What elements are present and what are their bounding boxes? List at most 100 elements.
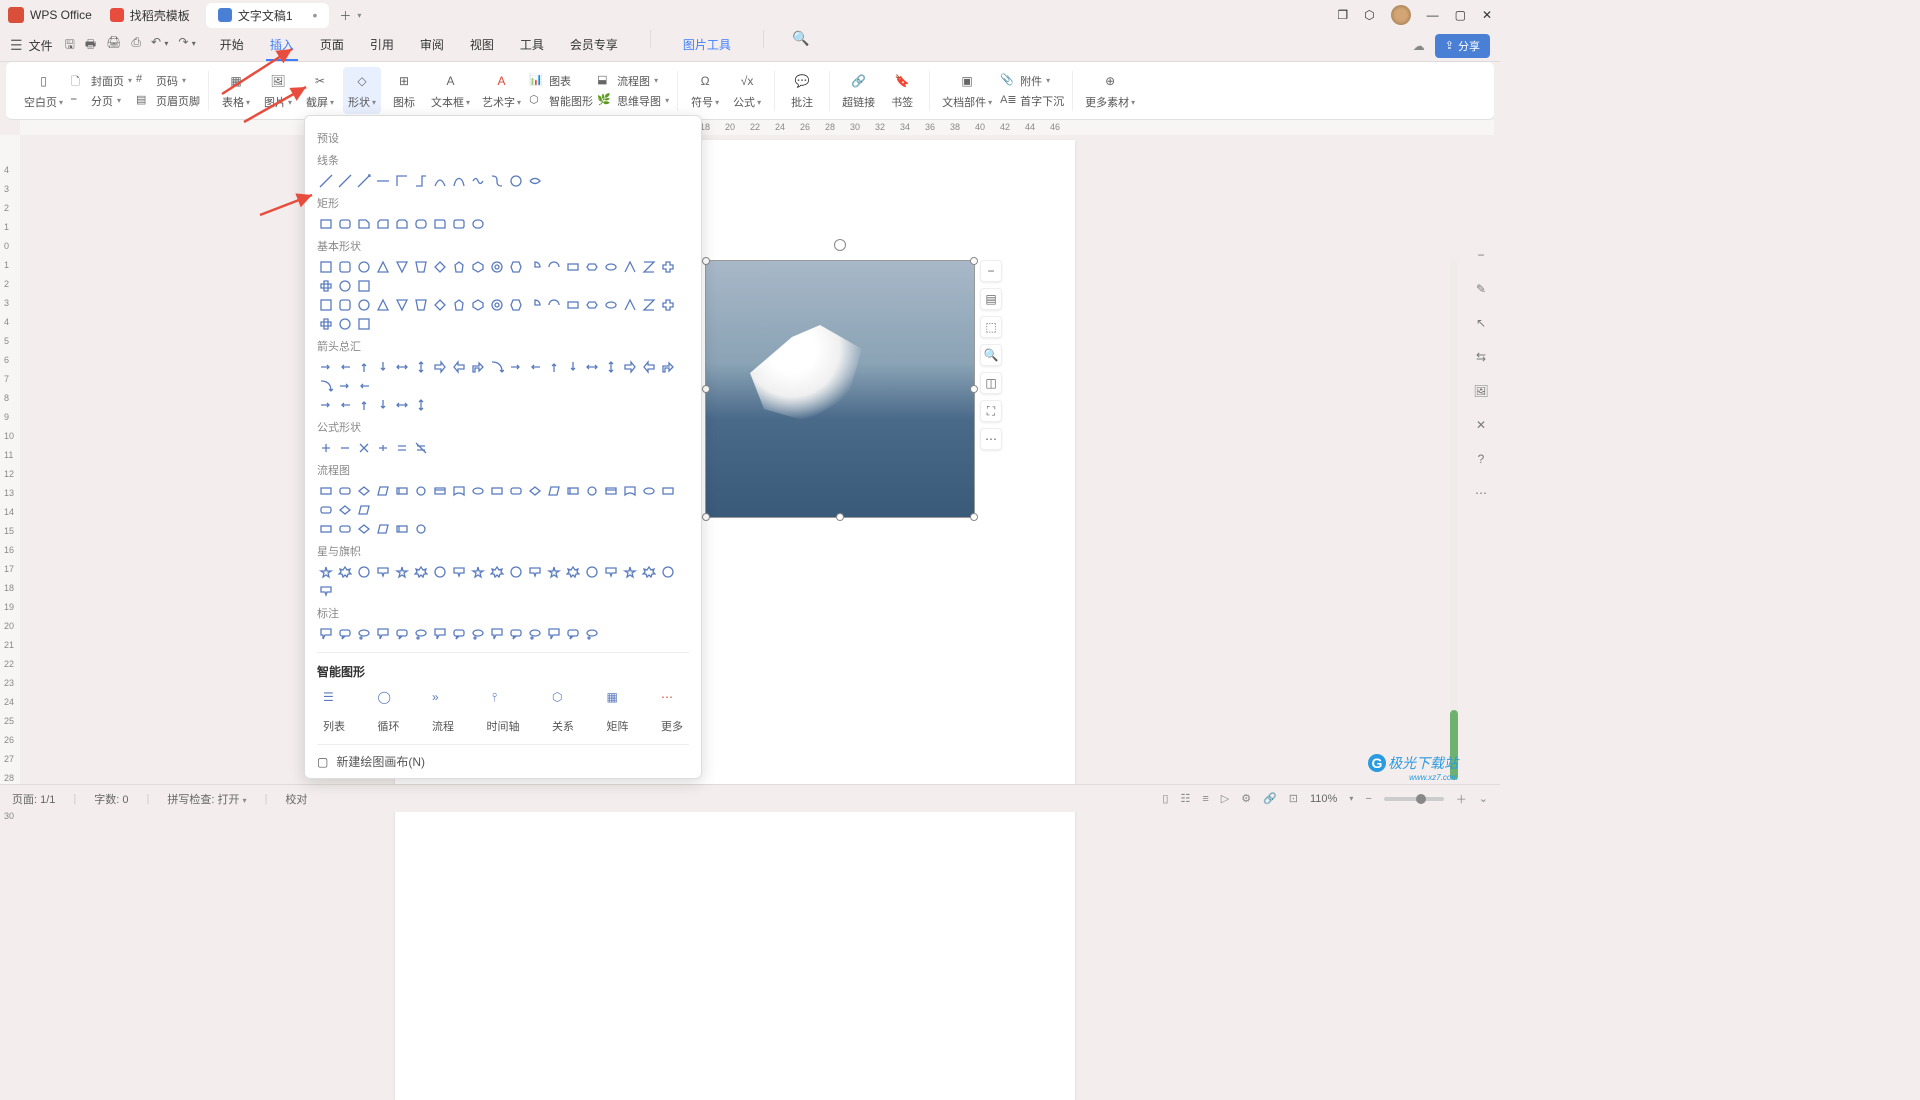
multi-window-icon[interactable]: ❐: [1337, 8, 1348, 22]
shape-option[interactable]: [355, 501, 372, 518]
shape-option[interactable]: [317, 215, 334, 232]
more-material-button[interactable]: ⊕更多素材▾: [1081, 67, 1139, 114]
blank-page-button[interactable]: ▯ 空白页▾: [20, 67, 67, 114]
shape-option[interactable]: [355, 296, 372, 313]
shape-option[interactable]: [450, 358, 467, 375]
tab-insert[interactable]: 插入: [266, 30, 298, 61]
collapse-icon[interactable]: ⌄: [1479, 792, 1488, 805]
shape-option[interactable]: [336, 172, 353, 189]
resize-handle[interactable]: [970, 257, 978, 265]
shape-option[interactable]: [488, 172, 505, 189]
shape-option[interactable]: [621, 482, 638, 499]
shape-option[interactable]: [336, 377, 353, 394]
shape-option[interactable]: [317, 358, 334, 375]
crop-button[interactable]: ⬚: [980, 316, 1002, 338]
shape-option[interactable]: [564, 358, 581, 375]
tab-start[interactable]: 开始: [216, 30, 248, 61]
shape-option[interactable]: [336, 563, 353, 580]
cover-button[interactable]: 🗋封面页▾: [71, 73, 132, 89]
view-web-icon[interactable]: ≡: [1202, 793, 1208, 805]
view-page-icon[interactable]: ▯: [1162, 792, 1168, 805]
shape-option[interactable]: [488, 258, 505, 275]
settings-icon[interactable]: ⚙: [1241, 792, 1251, 805]
file-menu[interactable]: 文件: [29, 37, 53, 54]
shape-option[interactable]: [336, 277, 353, 294]
shape-option[interactable]: [393, 215, 410, 232]
shape-option[interactable]: [469, 172, 486, 189]
shape-option[interactable]: [336, 258, 353, 275]
shape-option[interactable]: [526, 358, 543, 375]
shape-option[interactable]: [488, 563, 505, 580]
shape-option[interactable]: [564, 563, 581, 580]
shape-option[interactable]: [317, 315, 334, 332]
shape-option[interactable]: [374, 258, 391, 275]
shape-option[interactable]: [545, 563, 562, 580]
shape-option[interactable]: [393, 258, 410, 275]
shape-option[interactable]: [355, 258, 372, 275]
page-break-button[interactable]: ⎯分页▾: [71, 93, 132, 109]
cloud-icon[interactable]: ☁: [1413, 39, 1425, 53]
shape-option[interactable]: [526, 258, 543, 275]
shape-option[interactable]: [564, 482, 581, 499]
page-num-button[interactable]: #页码▾: [136, 73, 200, 89]
tools-icon[interactable]: ✕: [1471, 415, 1491, 435]
shape-option[interactable]: [545, 296, 562, 313]
layout-button[interactable]: ▤: [980, 288, 1002, 310]
shape-option[interactable]: [412, 396, 429, 413]
shape-option[interactable]: [374, 520, 391, 537]
link-icon[interactable]: 🔗: [1263, 792, 1277, 805]
fit-icon[interactable]: ⊡: [1289, 792, 1298, 805]
shape-option[interactable]: [374, 358, 391, 375]
symbol-button[interactable]: Ω符号▾: [686, 67, 724, 114]
shape-option[interactable]: [545, 358, 562, 375]
search-icon[interactable]: 🔍: [792, 30, 809, 61]
shape-option[interactable]: [583, 296, 600, 313]
smart-list[interactable]: ☰列表: [323, 690, 345, 734]
mindmap-button[interactable]: 🌿思维导图▾: [597, 93, 669, 109]
close-icon[interactable]: •: [313, 7, 318, 23]
shape-option[interactable]: [469, 358, 486, 375]
shape-option[interactable]: [412, 172, 429, 189]
resize-handle[interactable]: [702, 257, 710, 265]
shape-option[interactable]: [317, 377, 334, 394]
shape-option[interactable]: [317, 582, 334, 599]
scrollbar-vertical[interactable]: [1450, 260, 1458, 744]
shape-option[interactable]: [317, 625, 334, 642]
shape-option[interactable]: [564, 625, 581, 642]
shape-option[interactable]: [545, 482, 562, 499]
shape-option[interactable]: [583, 482, 600, 499]
shape-option[interactable]: [659, 258, 676, 275]
hamburger-icon[interactable]: ☰: [10, 37, 23, 54]
cube-icon[interactable]: ⬡: [1364, 8, 1374, 22]
shape-option[interactable]: [336, 358, 353, 375]
shape-option[interactable]: [469, 215, 486, 232]
textbox-button[interactable]: A文本框▾: [427, 67, 474, 114]
shape-option[interactable]: [640, 258, 657, 275]
zoom-slider[interactable]: [1384, 797, 1444, 801]
shape-option[interactable]: [431, 563, 448, 580]
shape-option[interactable]: [374, 482, 391, 499]
shape-option[interactable]: [431, 258, 448, 275]
shape-option[interactable]: [659, 296, 676, 313]
shape-option[interactable]: [602, 482, 619, 499]
smart-matrix[interactable]: ▦矩阵: [607, 690, 629, 734]
shape-option[interactable]: [640, 296, 657, 313]
shape-option[interactable]: [374, 396, 391, 413]
zoom-out-button[interactable]: −: [1365, 793, 1371, 805]
swap-icon[interactable]: ⇆: [1471, 347, 1491, 367]
header-footer-button[interactable]: ▤页眉页脚: [136, 93, 200, 109]
shape-option[interactable]: [317, 396, 334, 413]
status-words[interactable]: 字数: 0: [94, 791, 128, 807]
shape-option[interactable]: [431, 296, 448, 313]
tab-dropdown-icon[interactable]: ▾: [357, 11, 361, 20]
shape-option[interactable]: [355, 439, 372, 456]
shape-option[interactable]: [374, 563, 391, 580]
shape-option[interactable]: [355, 625, 372, 642]
shape-option[interactable]: [507, 296, 524, 313]
shape-option[interactable]: [412, 258, 429, 275]
shape-option[interactable]: [564, 258, 581, 275]
shape-option[interactable]: [602, 258, 619, 275]
shape-option[interactable]: [469, 258, 486, 275]
shape-option[interactable]: [374, 172, 391, 189]
shape-option[interactable]: [659, 482, 676, 499]
